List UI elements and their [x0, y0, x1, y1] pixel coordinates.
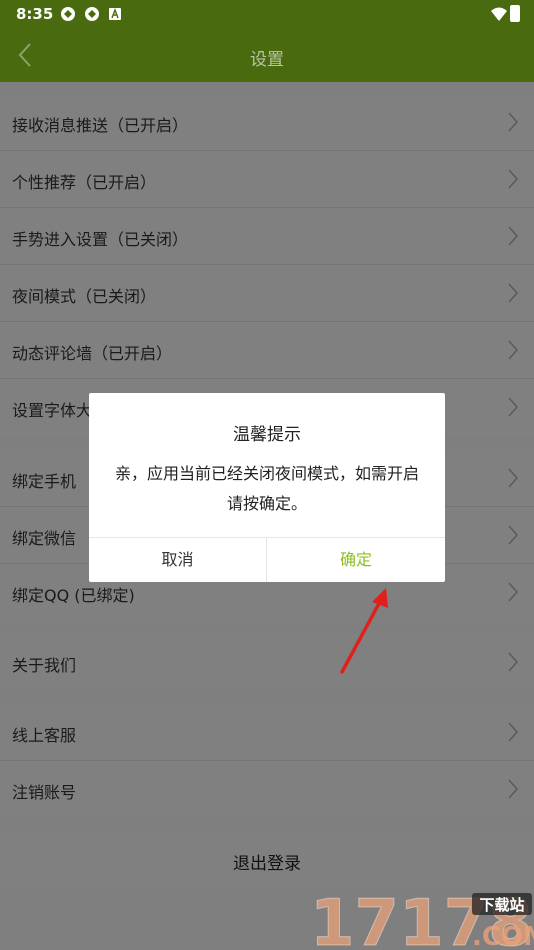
dialog-title: 温馨提示	[233, 425, 301, 445]
setting-comment-wall[interactable]: 动态评论墙（已开启）	[0, 322, 534, 379]
chevron-right-icon	[508, 652, 518, 672]
cancel-button[interactable]: 取消	[89, 538, 266, 582]
setting-delete-account[interactable]: 注销账号	[0, 761, 534, 818]
logout-label: 退出登录	[233, 854, 301, 874]
chevron-right-icon	[508, 112, 518, 132]
setting-night-mode[interactable]: 夜间模式（已关闭）	[0, 265, 534, 322]
page-title: 设置	[250, 50, 284, 70]
setting-label: 个性推荐（已开启）	[12, 173, 157, 192]
text-icon	[109, 8, 121, 20]
watermark-logo: 17178 下载站 .COM	[310, 887, 534, 950]
watermark-tag: 下载站	[479, 896, 524, 914]
settings-group-service: 线上客服 注销账号	[0, 704, 534, 818]
setting-personal-recommend[interactable]: 个性推荐（已开启）	[0, 151, 534, 208]
setting-label: 接收消息推送（已开启）	[12, 116, 189, 135]
status-time: 8:35	[16, 5, 54, 23]
night-mode-dialog: 温馨提示 亲，应用当前已经关闭夜间模式，如需开启请按确定。 取消 确定	[89, 393, 445, 582]
settings-group-about: 关于我们	[0, 634, 534, 691]
app-icon	[85, 7, 99, 21]
setting-push-notifications[interactable]: 接收消息推送（已开启）	[0, 94, 534, 151]
setting-label: 绑定QQ (已绑定)	[12, 586, 135, 605]
setting-label: 绑定手机	[12, 472, 77, 491]
logout-button[interactable]: 退出登录	[0, 830, 534, 890]
setting-label: 线上客服	[12, 726, 77, 745]
setting-label: 关于我们	[12, 656, 77, 675]
chevron-right-icon	[508, 582, 518, 602]
chevron-right-icon	[508, 468, 518, 488]
setting-about-us[interactable]: 关于我们	[0, 634, 534, 691]
app-bar: 设置	[0, 28, 534, 82]
confirm-button[interactable]: 确定	[267, 538, 445, 582]
wifi-icon	[491, 7, 507, 21]
setting-label: 手势进入设置（已关闭）	[12, 230, 189, 249]
setting-gesture-entry[interactable]: 手势进入设置（已关闭）	[0, 208, 534, 265]
chevron-right-icon	[508, 340, 518, 360]
chevron-right-icon	[508, 397, 518, 417]
chevron-right-icon	[508, 525, 518, 545]
chevron-right-icon	[508, 722, 518, 742]
setting-customer-service[interactable]: 线上客服	[0, 704, 534, 761]
chevron-right-icon	[508, 283, 518, 303]
setting-label: 夜间模式（已关闭）	[12, 287, 157, 306]
app-icon	[61, 7, 75, 21]
setting-label: 动态评论墙（已开启）	[12, 344, 173, 363]
battery-icon	[510, 5, 520, 22]
watermark-domain: .COM	[472, 922, 534, 950]
setting-label: 注销账号	[12, 783, 77, 802]
settings-group-general: 接收消息推送（已开启） 个性推荐（已开启） 手势进入设置（已关闭） 夜间模式（已…	[0, 94, 534, 436]
annotation-arrow-icon	[340, 588, 388, 674]
chevron-right-icon	[508, 169, 518, 189]
chevron-right-icon	[508, 226, 518, 246]
dialog-message: 亲，应用当前已经关闭夜间模式，如需开启请按确定。	[114, 464, 419, 513]
status-bar: 8:35	[0, 0, 534, 28]
setting-label: 绑定微信	[12, 529, 77, 548]
chevron-right-icon	[508, 779, 518, 799]
